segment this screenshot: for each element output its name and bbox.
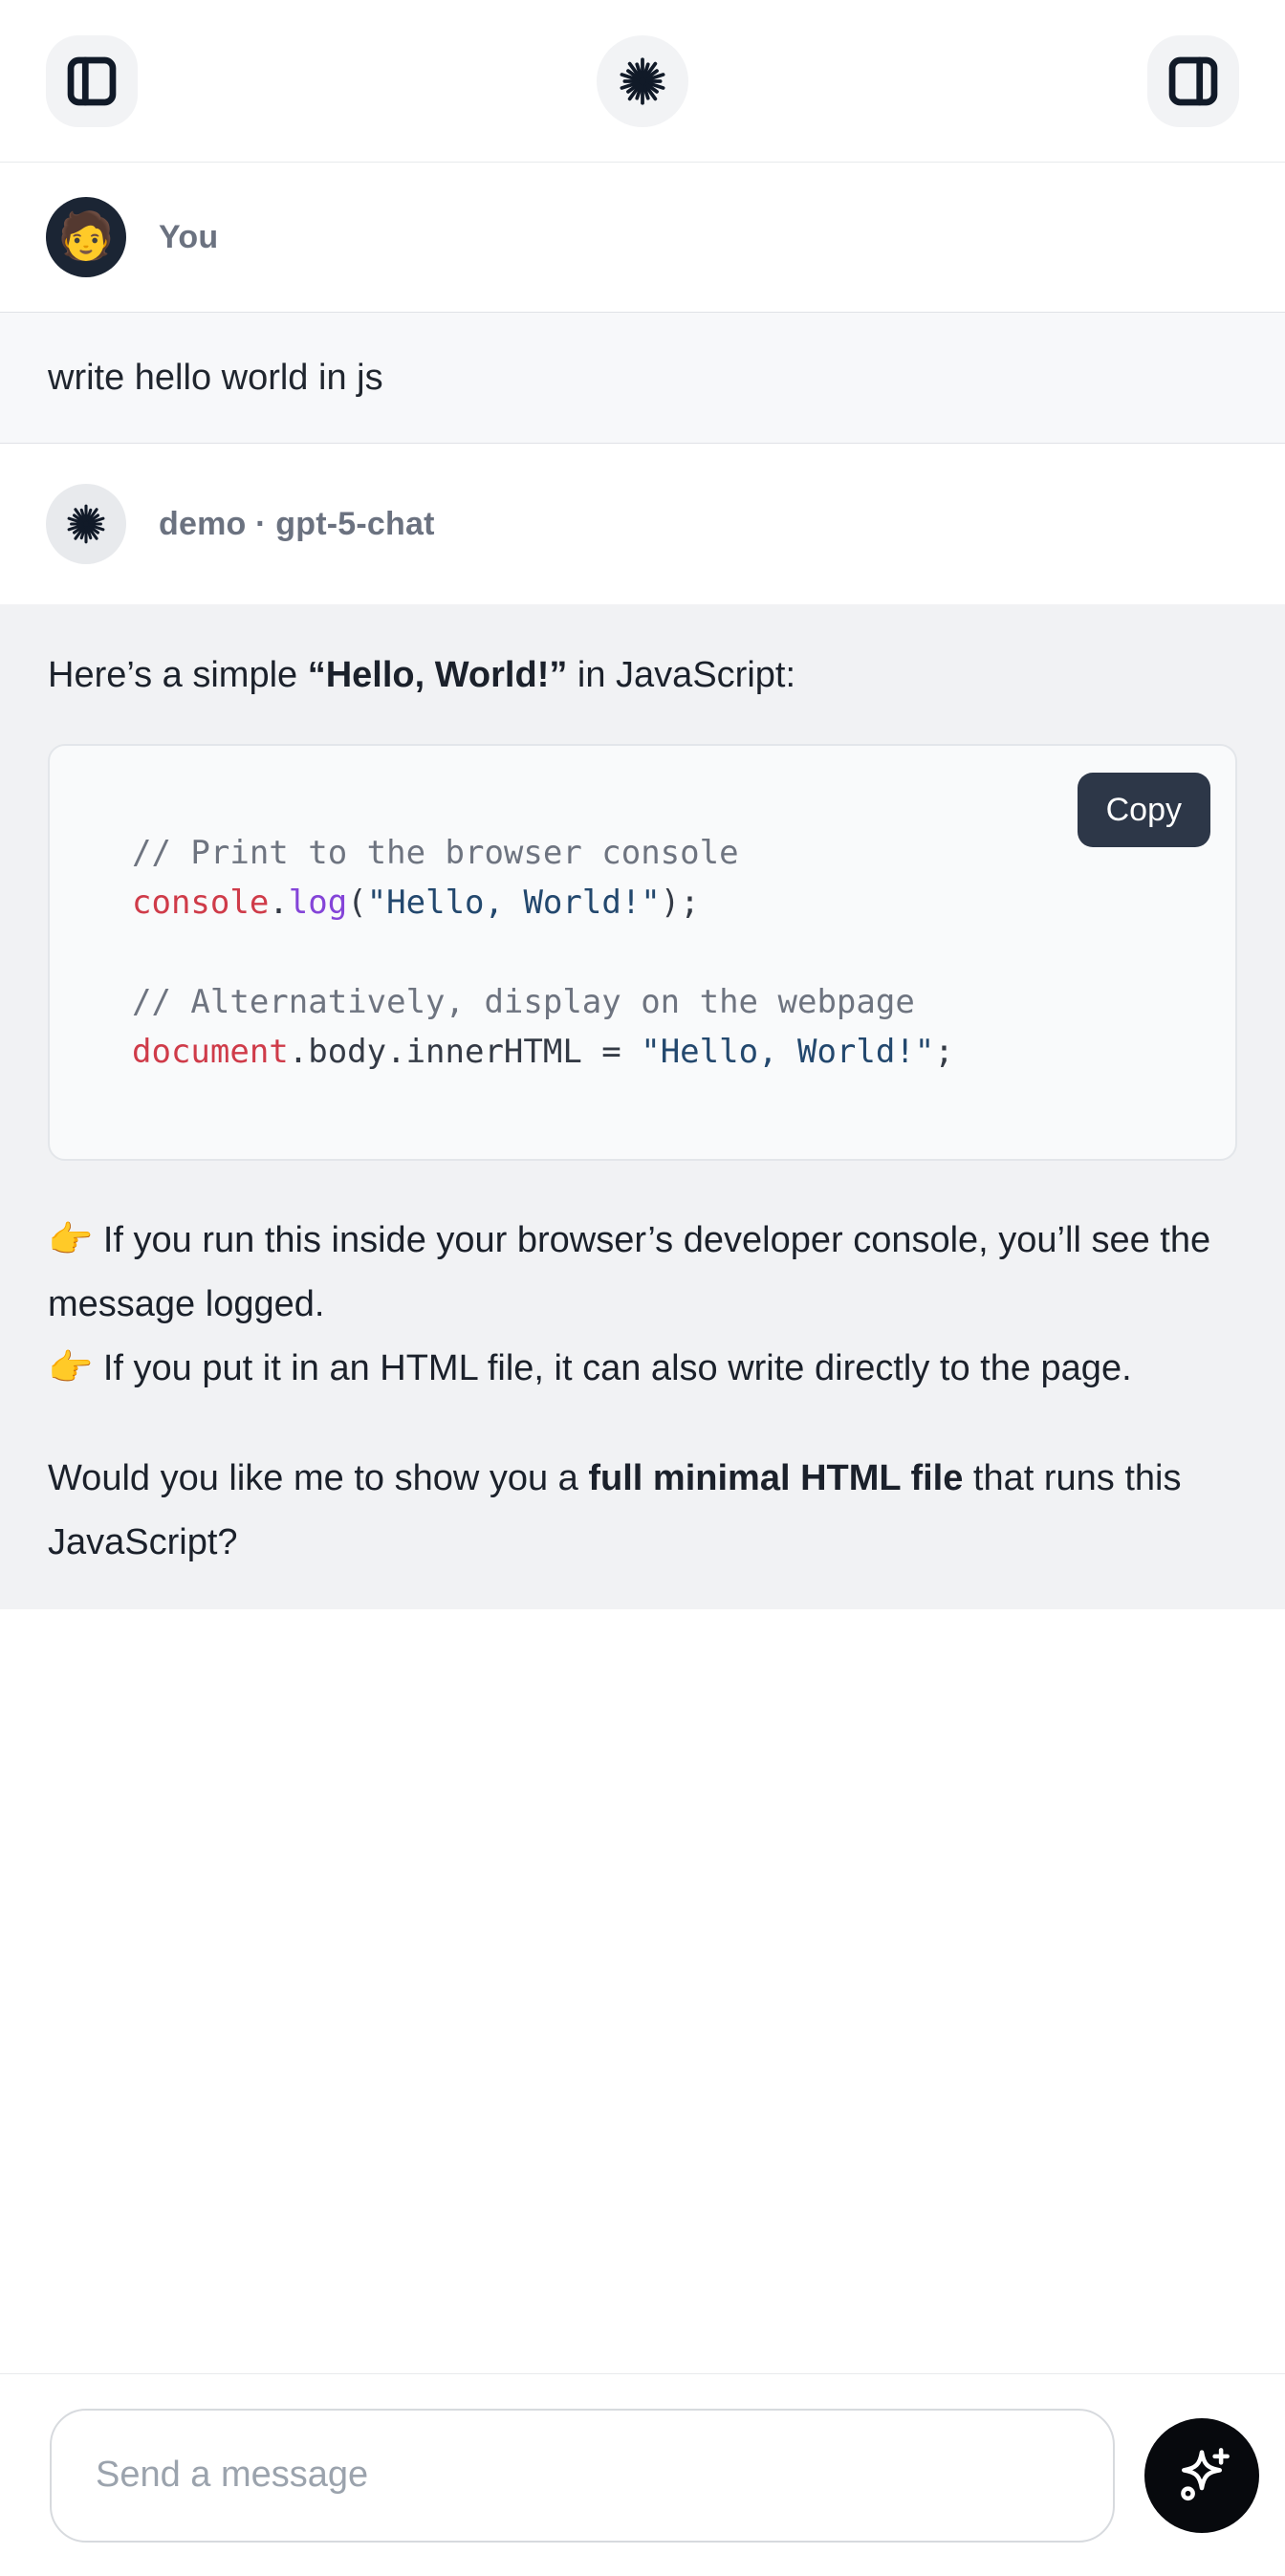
assistant-tips-text: 👉 If you run this inside your browser’s …: [48, 1209, 1237, 1401]
top-bar: [0, 0, 1285, 163]
assistant-message-header: demo · gpt-5-chat: [0, 444, 1285, 604]
app-logo-button[interactable]: [597, 35, 688, 127]
starburst-avatar-icon: [63, 501, 109, 547]
panel-left-icon: [62, 52, 121, 111]
message-input[interactable]: [50, 2409, 1115, 2543]
assistant-intro-text: Here’s a simple “Hello, World!” in JavaS…: [48, 648, 1237, 702]
assistant-author-label: demo · gpt-5-chat: [159, 506, 435, 543]
user-avatar: 🧑: [46, 197, 126, 277]
code-content: // Print to the browser consoleconsole.l…: [132, 828, 1197, 1077]
composer-bar: [0, 2373, 1285, 2576]
send-button[interactable]: [1144, 2418, 1259, 2533]
user-author-label: You: [159, 219, 218, 256]
starburst-logo-icon: [615, 54, 670, 109]
assistant-question-text: Would you like me to show you a full min…: [48, 1447, 1237, 1575]
copy-code-button[interactable]: Copy: [1078, 773, 1210, 847]
user-avatar-emoji: 🧑: [57, 214, 115, 260]
assistant-avatar: [46, 484, 126, 564]
code-block: Copy // Print to the browser consolecons…: [48, 744, 1237, 1161]
right-panel-toggle-button[interactable]: [1147, 35, 1239, 127]
user-message-text: write hello world in js: [48, 351, 1237, 404]
assistant-message: Here’s a simple “Hello, World!” in JavaS…: [0, 604, 1285, 1609]
sparkles-icon: [1169, 2443, 1234, 2508]
panel-right-icon: [1164, 52, 1223, 111]
user-message: write hello world in js: [0, 312, 1285, 444]
user-message-header: 🧑 You: [0, 163, 1285, 312]
sidebar-toggle-button[interactable]: [46, 35, 138, 127]
